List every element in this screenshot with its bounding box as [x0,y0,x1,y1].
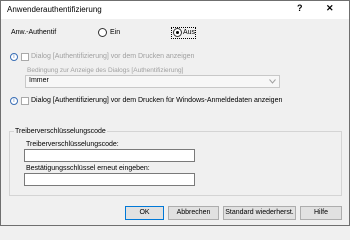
help-title-button[interactable]: ? [297,3,303,13]
window-title: Anwenderauthentifizierung [7,5,102,14]
dialog-print-label: Dialog [Authentifizierung] vor dem Druck… [31,53,195,60]
chevron-down-icon [269,79,276,84]
condition-value: Immer [29,77,49,84]
dialog-windows-label: Dialog [Authentifizierung] vor dem Druck… [31,97,283,104]
dialog-window: Anwenderauthentifizierung ? ✕ Anw.-Authe… [0,0,350,226]
code-input[interactable] [24,149,195,162]
confirm-label: Bestätigungsschlüssel erneut eingeben: [26,165,150,172]
close-button[interactable]: ✕ [326,3,334,14]
auth-off-label: Aus [183,29,196,36]
auth-on-label: Ein [110,29,121,36]
auth-on-radio[interactable] [98,28,107,37]
condition-label: Bedingung zur Anzeige des Dialogs [Authe… [27,67,184,74]
group-title: Treiberverschlüsselungscode [14,128,107,135]
ok-button[interactable]: OK [125,206,164,220]
restore-defaults-button[interactable]: Standard wiederherst. [223,206,296,220]
cancel-button[interactable]: Abbrechen [168,206,219,220]
title-bar: Anwenderauthentifizierung ? ✕ [1,1,349,19]
auth-off-radio[interactable] [173,28,182,37]
auth-label: Anw.-Authentif [11,29,57,36]
condition-select[interactable]: Immer [25,75,280,88]
help-button[interactable]: Hilfe [300,206,342,220]
dialog-print-checkbox[interactable] [21,53,29,61]
info-icon: i [10,97,18,105]
dialog-windows-checkbox[interactable] [21,97,29,105]
code-label: Treiberverschlüsselungscode: [26,141,119,148]
confirm-input[interactable] [24,173,195,186]
info-icon: i [10,53,18,61]
